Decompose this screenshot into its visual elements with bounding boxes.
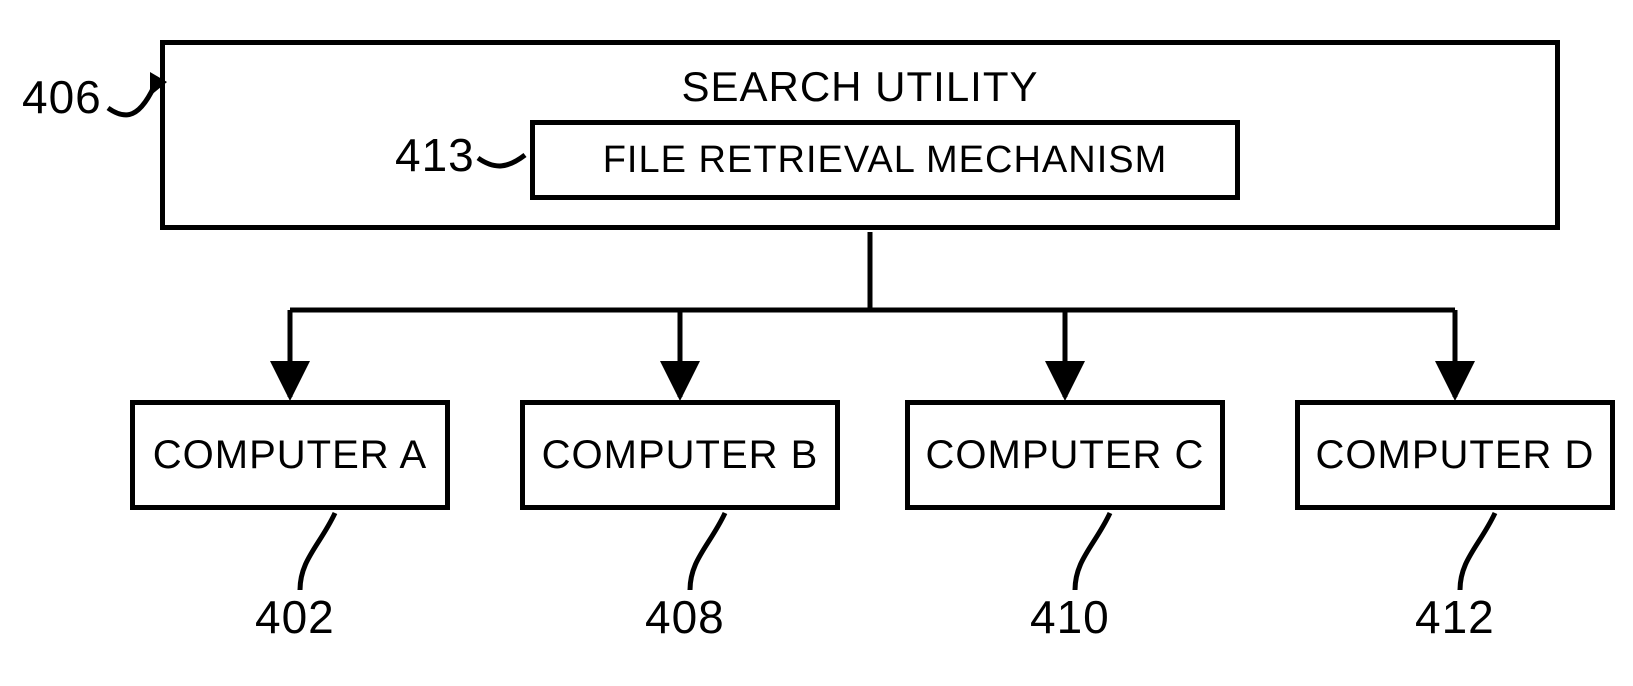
- file-retrieval-box: FILE RETRIEVAL MECHANISM: [530, 120, 1240, 200]
- label-402: 402: [255, 590, 335, 644]
- computer-b-box: COMPUTER B: [520, 400, 840, 510]
- label-413: 413: [395, 128, 475, 182]
- computer-a-box: COMPUTER A: [130, 400, 450, 510]
- search-utility-title: SEARCH UTILITY: [165, 63, 1555, 111]
- label-408: 408: [645, 590, 725, 644]
- label-410: 410: [1030, 590, 1110, 644]
- computer-c-box: COMPUTER C: [905, 400, 1225, 510]
- computer-d-box: COMPUTER D: [1295, 400, 1615, 510]
- label-412: 412: [1415, 590, 1495, 644]
- label-406: 406: [22, 70, 102, 124]
